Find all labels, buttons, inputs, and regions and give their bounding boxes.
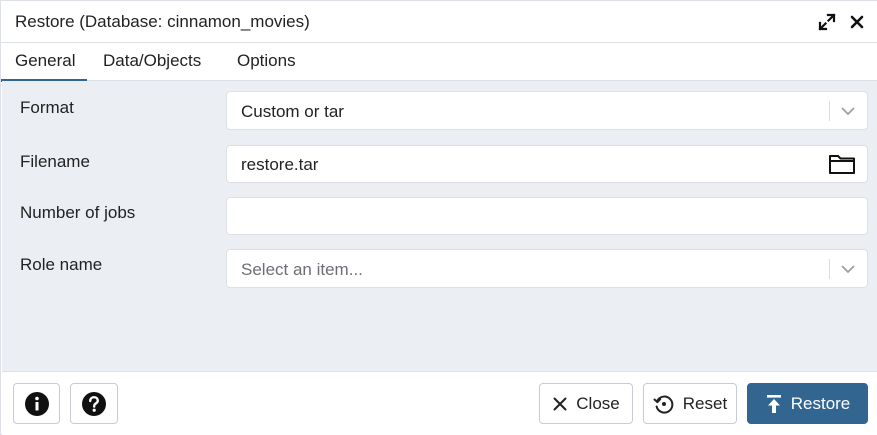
upload-icon	[765, 394, 783, 414]
info-icon	[24, 391, 49, 416]
tab-bar: General Data/Objects Options	[0, 43, 877, 82]
role-name-label: Role name	[20, 255, 103, 274]
role-dropdown-toggle[interactable]	[838, 259, 858, 279]
format-select[interactable]: Custom or tar	[226, 91, 868, 130]
dialog-titlebar: Restore (Database: cinnamon_movies)	[1, 1, 877, 43]
close-dialog-button[interactable]	[846, 11, 868, 33]
tab-options[interactable]: Options	[237, 43, 296, 80]
tab-data-objects[interactable]: Data/Objects	[103, 43, 201, 80]
format-dropdown-toggle[interactable]	[838, 101, 858, 121]
close-button[interactable]: Close	[539, 383, 633, 424]
reset-icon	[653, 393, 675, 415]
help-button[interactable]	[70, 383, 118, 424]
select-separator	[829, 101, 830, 121]
restore-button-label: Restore	[790, 393, 851, 413]
dialog-footer: Close Reset Restore	[2, 371, 877, 435]
select-separator	[829, 259, 830, 279]
format-value: Custom or tar	[241, 102, 344, 121]
filename-label: Filename	[20, 152, 90, 171]
role-name-placeholder: Select an item...	[241, 260, 363, 279]
reset-button-label: Reset	[682, 393, 728, 413]
general-panel: Format Custom or tar Filename restore.ta…	[2, 81, 877, 371]
number-of-jobs-input[interactable]	[226, 197, 868, 235]
reset-button[interactable]: Reset	[643, 383, 737, 424]
maximize-button[interactable]	[816, 11, 838, 33]
chevron-down-icon	[841, 265, 855, 274]
filename-value: restore.tar	[241, 155, 319, 174]
info-button[interactable]	[13, 383, 60, 424]
chevron-down-icon	[841, 107, 855, 116]
close-button-label: Close	[576, 393, 620, 413]
tab-general[interactable]: General	[0, 43, 89, 82]
filename-field[interactable]: restore.tar	[226, 145, 868, 183]
restore-dialog: Restore (Database: cinnamon_movies) Gene…	[0, 0, 877, 435]
dialog-title: Restore (Database: cinnamon_movies)	[15, 12, 310, 31]
jobs-label: Number of jobs	[20, 203, 136, 222]
format-label: Format	[20, 98, 74, 117]
close-icon	[850, 15, 864, 29]
help-icon	[82, 391, 106, 416]
role-name-select[interactable]: Select an item...	[226, 249, 868, 288]
folder-icon[interactable]	[828, 152, 856, 176]
maximize-icon	[818, 13, 836, 31]
close-icon	[552, 396, 568, 412]
restore-button[interactable]: Restore	[747, 383, 868, 424]
